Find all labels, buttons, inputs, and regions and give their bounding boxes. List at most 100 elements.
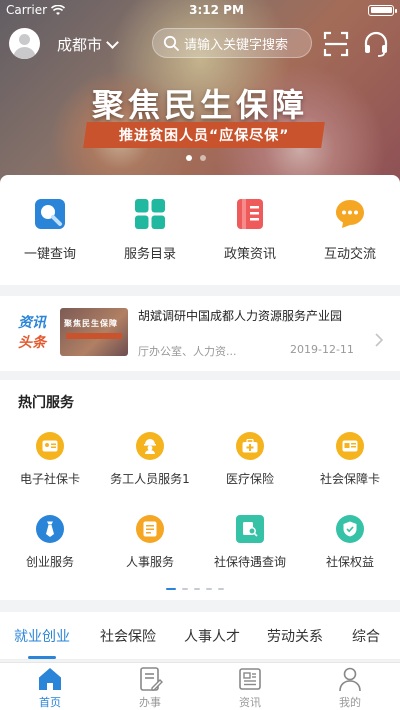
quick-action-label: 服务目录	[123, 247, 176, 262]
tabbar-label: 资讯	[239, 696, 261, 709]
wifi-icon	[51, 4, 66, 15]
service-entrepreneurship[interactable]: 创业服务	[0, 515, 100, 570]
chat-bubble-icon	[336, 200, 364, 228]
quick-actions: 一键查询 服务目录 政策资讯 互动交流	[0, 175, 400, 262]
banner-pagination	[186, 155, 206, 161]
tab-labor-relations[interactable]: 劳动关系	[267, 626, 323, 646]
news-title: 胡斌调研中国成都人力资源服务产业园	[138, 309, 343, 323]
banner-dot[interactable]	[200, 155, 206, 161]
quick-action-label: 政策资讯	[223, 247, 276, 262]
profile-icon	[339, 667, 361, 692]
hot-services-title: 热门服务	[18, 395, 74, 411]
service-label: 务工人员服务1	[110, 472, 190, 486]
chevron-right-icon	[375, 333, 384, 347]
search-input[interactable]: 请输入关键字搜索	[152, 28, 312, 58]
handle-affairs-icon	[140, 667, 163, 691]
services-page-dot[interactable]	[194, 588, 200, 590]
banner-dot-active[interactable]	[186, 155, 192, 161]
service-personnel[interactable]: 人事服务	[100, 515, 200, 570]
quick-action-interaction[interactable]: 互动交流	[300, 197, 400, 262]
quick-actions-card: 一键查询 服务目录 政策资讯 互动交流	[0, 175, 400, 285]
news-thumbnail: 聚焦民生保障	[60, 308, 128, 356]
services-page-dot[interactable]	[182, 588, 188, 590]
headset-icon[interactable]	[362, 30, 390, 58]
services-page-dot[interactable]	[218, 588, 224, 590]
grid-icon	[135, 199, 165, 229]
service-label: 社保权益	[325, 555, 374, 569]
service-social-security-card[interactable]: 社会保障卡	[300, 432, 400, 487]
document-search-icon	[236, 515, 264, 543]
tie-icon	[36, 515, 64, 543]
quick-action-label: 一键查询	[23, 247, 76, 262]
status-bar: Carrier 3:12 PM	[0, 0, 400, 20]
service-migrant-worker[interactable]: 务工人员服务1	[100, 432, 200, 487]
worker-icon	[136, 432, 164, 460]
quick-action-label: 互动交流	[323, 247, 376, 262]
banner-subtitle-ribbon: 推进贫困人员“应保尽保”	[83, 122, 325, 148]
quick-action-service-catalog[interactable]: 服务目录	[100, 197, 200, 262]
tabbar-news[interactable]: 资讯	[200, 663, 300, 710]
service-label: 社保待遇查询	[213, 555, 286, 569]
news-tag-line1: 资讯	[18, 315, 46, 331]
news-tag-line2: 头条	[18, 335, 46, 351]
home-icon	[39, 668, 61, 690]
tab-general[interactable]: 综合	[352, 626, 380, 646]
avatar[interactable]	[9, 28, 40, 59]
banner-title: 聚焦民生保障	[91, 86, 308, 124]
tabbar-label: 办事	[139, 696, 161, 709]
service-label: 创业服务	[25, 555, 74, 569]
active-tab-indicator	[28, 656, 56, 659]
news-date: 2019-12-11	[290, 343, 354, 356]
services-page-dot[interactable]	[206, 588, 212, 590]
search-icon	[163, 35, 179, 51]
service-benefit-query[interactable]: 社保待遇查询	[200, 515, 300, 570]
tabbar-label: 我的	[339, 696, 361, 709]
tabbar-label: 首页	[39, 696, 61, 709]
services-page-dot-active[interactable]	[166, 588, 176, 590]
service-social-rights[interactable]: 社保权益	[300, 515, 400, 570]
file-icon	[136, 515, 164, 543]
tab-employment[interactable]: 就业创业	[14, 626, 70, 646]
service-label: 社会保障卡	[319, 472, 380, 486]
shield-check-icon	[336, 515, 364, 543]
battery-icon	[368, 4, 397, 16]
medical-kit-icon	[236, 432, 264, 460]
news-thumbnail-text: 聚焦民生保障	[64, 319, 118, 328]
services-pagination	[166, 588, 224, 590]
search-placeholder: 请输入关键字搜索	[184, 37, 289, 53]
service-e-social-card[interactable]: 电子社保卡	[0, 432, 100, 487]
news-headline[interactable]: 资讯 头条 聚焦民生保障 胡斌调研中国成都人力资源服务产业园 厅办公室、人力资.…	[0, 296, 400, 371]
status-time: 3:12 PM	[189, 3, 244, 17]
header-bar: 成都市 请输入关键字搜索	[0, 26, 400, 62]
avatar-body	[13, 47, 36, 59]
carrier-group: Carrier	[6, 3, 66, 17]
document-icon	[237, 199, 263, 229]
tabbar-home[interactable]: 首页	[0, 663, 100, 710]
hot-services-section: 热门服务 电子社保卡 务工人员服务1 医疗保险 社会保障卡 创业服务 人事服务 …	[0, 380, 400, 600]
bottom-tab-bar: 首页 办事 资讯 我的	[0, 662, 400, 710]
banner-subtitle: 推进贫困人员“应保尽保”	[118, 128, 290, 144]
news-icon	[239, 668, 261, 690]
service-label: 人事服务	[125, 555, 174, 569]
quick-action-one-click-query[interactable]: 一键查询	[0, 197, 100, 262]
id-card-icon	[36, 432, 64, 460]
chevron-down-icon	[106, 35, 119, 49]
avatar-head	[19, 34, 30, 45]
service-label: 电子社保卡	[19, 472, 80, 486]
news-source: 厅办公室、人力资...	[138, 345, 237, 358]
carrier-label: Carrier	[6, 3, 48, 17]
scan-icon[interactable]	[322, 30, 350, 58]
service-label: 医疗保险	[225, 472, 274, 486]
service-medical-insurance[interactable]: 医疗保险	[200, 432, 300, 487]
search-icon	[35, 199, 65, 229]
news-thumbnail-ribbon	[66, 333, 122, 339]
news-tag: 资讯 头条	[18, 313, 46, 353]
hot-services-grid: 电子社保卡 务工人员服务1 医疗保险 社会保障卡 创业服务 人事服务 社保待遇查…	[0, 432, 400, 570]
quick-action-policy-news[interactable]: 政策资讯	[200, 197, 300, 262]
tab-personnel-talent[interactable]: 人事人才	[184, 626, 240, 646]
city-selector[interactable]: 成都市	[57, 34, 119, 55]
tab-social-insurance[interactable]: 社会保险	[100, 626, 156, 646]
tabbar-profile[interactable]: 我的	[300, 663, 400, 710]
city-label: 成都市	[57, 36, 103, 54]
tabbar-affairs[interactable]: 办事	[100, 663, 200, 710]
